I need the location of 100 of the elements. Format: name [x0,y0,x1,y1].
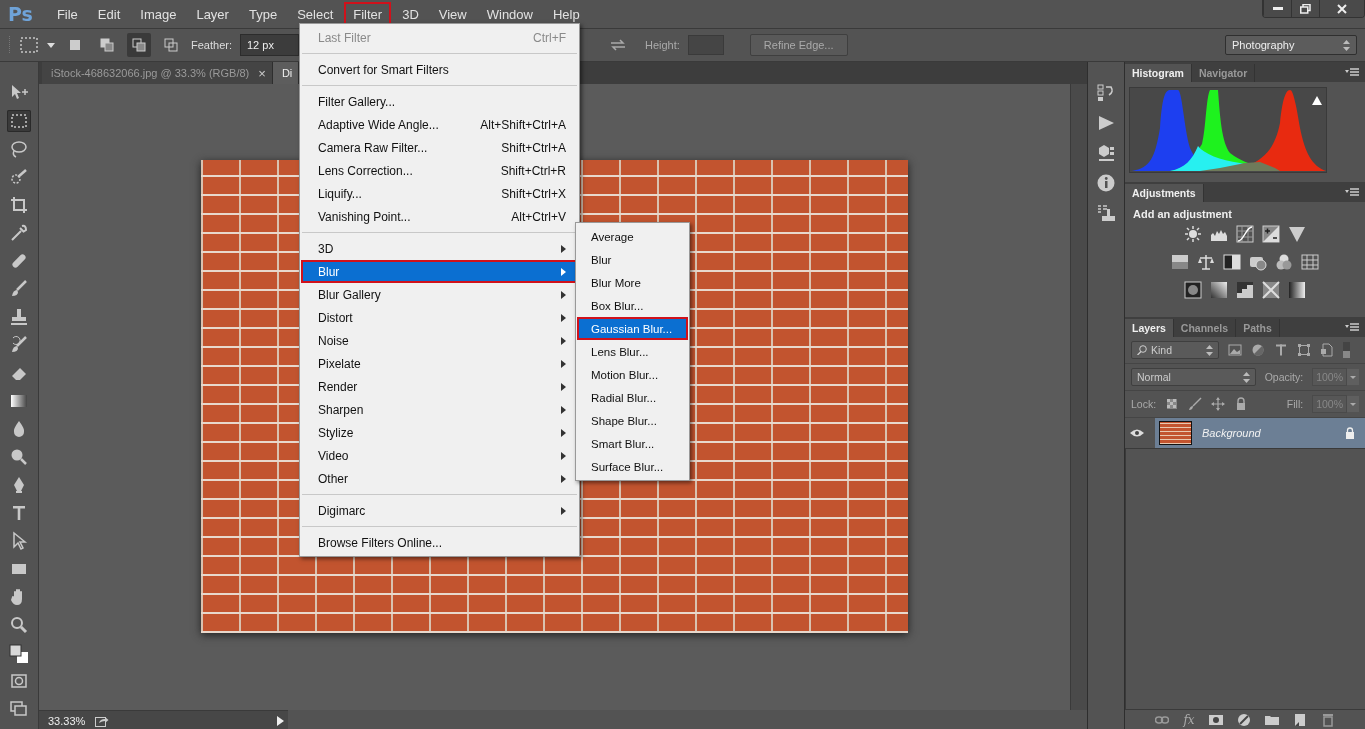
cube-icon[interactable] [1097,144,1115,162]
menu-item[interactable]: 3D [301,237,578,260]
menu-item[interactable]: Shape Blur... [577,409,688,432]
menu-item[interactable]: Image [131,1,186,27]
menu-item[interactable]: Help [544,1,589,27]
menu-item[interactable]: Render [301,375,578,398]
adjustment-circle-icon[interactable] [1236,713,1251,727]
sun-icon[interactable] [1184,225,1202,243]
menu-item[interactable]: Edit [88,1,130,27]
menu-item[interactable]: Average [577,225,688,248]
diagonal-gradient-icon[interactable] [1210,281,1228,299]
blend-mode-dropdown[interactable]: Normal [1131,368,1256,386]
minimize-button[interactable] [1263,0,1291,17]
half-square-icon[interactable] [1223,253,1241,271]
panel-menu-icon[interactable] [1345,322,1359,332]
height-field[interactable] [687,35,724,55]
menu-item[interactable]: Camera Raw Filter... Shift+Ctrl+A [301,136,578,159]
menu-item[interactable]: Adaptive Wide Angle... Alt+Shift+Ctrl+A [301,113,578,136]
menu-item[interactable]: Window [477,1,542,27]
menu-item[interactable]: View [429,1,476,27]
menu-item[interactable]: Filter Gallery... [301,90,578,113]
share-icon[interactable] [95,714,110,727]
panel-tab[interactable]: Channels [1173,319,1237,337]
menu-item[interactable]: Smart Blur... [577,432,688,455]
panel-menu-icon[interactable] [1345,187,1359,197]
mask-icon[interactable] [1208,713,1223,727]
caret-icon[interactable] [1347,369,1359,385]
menu-item[interactable]: 3D [393,1,428,27]
menu-item[interactable]: Blur Gallery [301,283,578,306]
eye-icon[interactable] [1130,428,1144,438]
menu-item[interactable]: Stylize [301,421,578,444]
move-arrows-icon[interactable] [1211,397,1226,411]
panel-tab[interactable]: Adjustments [1125,184,1204,202]
half-circle-icon[interactable] [1251,343,1265,357]
menu-item[interactable]: Select [288,1,343,27]
circles-icon[interactable] [1275,253,1293,271]
menu-item[interactable]: Other [301,467,578,490]
menu-item[interactable]: Lens Blur... [577,340,688,363]
link-icon[interactable] [1155,713,1170,727]
menu-item[interactable]: Gaussian Blur... [577,317,688,340]
scales-icon[interactable] [1197,253,1215,271]
panel-menu-icon[interactable] [1345,67,1359,77]
caret-icon[interactable] [47,42,55,48]
menu-item[interactable]: Box Blur... [577,294,688,317]
menu-item[interactable]: Video [301,444,578,467]
menu-item[interactable]: Motion Blur... [577,363,688,386]
menu-item[interactable]: Browse Filters Online... [301,531,578,554]
menu-item[interactable]: Sharpen [301,398,578,421]
triangle-icon[interactable] [1288,225,1306,243]
transform-box-icon[interactable] [1297,343,1311,357]
menu-item[interactable]: Radial Blur... [577,386,688,409]
menu-item[interactable]: Pixelate [301,352,578,375]
feather-field[interactable]: 12 px [239,34,299,56]
curve-grid-icon[interactable] [1236,225,1254,243]
workspace-dropdown[interactable]: Photography [1225,35,1357,55]
kind-filter-dropdown[interactable]: Kind [1131,341,1219,359]
menu-item[interactable]: Noise [301,329,578,352]
warning-icon[interactable] [1312,96,1322,105]
menu-item[interactable]: Blur [301,260,578,283]
menu-item[interactable]: Surface Blur... [577,455,688,478]
tool-presets-icon[interactable] [1097,204,1115,222]
play-arrow-icon[interactable] [277,715,284,726]
color-swatches-tool[interactable] [7,642,31,664]
menu-item[interactable]: Vanishing Point... Alt+Ctrl+V [301,205,578,228]
layer-row[interactable]: Background [1155,418,1365,448]
restore-button[interactable] [1291,0,1319,17]
menu-item[interactable]: Distort [301,306,578,329]
history-icon[interactable] [1097,84,1115,102]
menu-item[interactable]: Convert for Smart Filters [301,58,578,81]
caret-icon[interactable] [1347,396,1359,412]
close-button[interactable] [1319,0,1364,17]
type-filter-icon[interactable] [1274,343,1288,357]
panel-tab[interactable]: Navigator [1191,64,1256,82]
checkerboard-icon[interactable] [1165,397,1180,411]
image-filter-icon[interactable] [1228,343,1242,357]
swap-arrows-icon[interactable] [610,39,625,51]
selection-mode-button[interactable] [127,33,151,57]
rectangle-marquee-tool[interactable] [7,110,31,132]
plus-minus-icon[interactable] [1262,225,1280,243]
smart-object-icon[interactable] [1320,343,1334,357]
gradient-square-icon[interactable] [1288,281,1306,299]
gradient-bars-icon[interactable] [1171,253,1189,271]
panel-tab[interactable]: Layers [1125,319,1174,337]
stairs-icon[interactable] [1236,281,1254,299]
menu-item[interactable]: Blur [577,248,688,271]
new-layer-icon[interactable] [1292,713,1307,727]
menu-item[interactable]: Liquify... Shift+Ctrl+X [301,182,578,205]
document-tab[interactable]: Di [272,62,300,84]
menu-item[interactable]: Type [239,1,287,27]
vertical-scrollbar[interactable] [1070,84,1087,710]
menu-item[interactable]: Layer [187,1,238,27]
menu-item[interactable]: Digimarc [301,499,578,522]
grid-icon[interactable] [1301,253,1319,271]
brush-icon[interactable] [1188,397,1203,411]
x-square-icon[interactable] [1262,281,1280,299]
tab-close-button[interactable]: × [258,65,266,81]
document-tab[interactable]: iStock-468632066.jpg @ 33.3% (RGB/8) × [42,62,273,84]
panel-tab[interactable]: Paths [1236,319,1280,337]
panel-tab[interactable]: Histogram [1125,64,1192,82]
folder-icon[interactable] [1264,713,1279,727]
